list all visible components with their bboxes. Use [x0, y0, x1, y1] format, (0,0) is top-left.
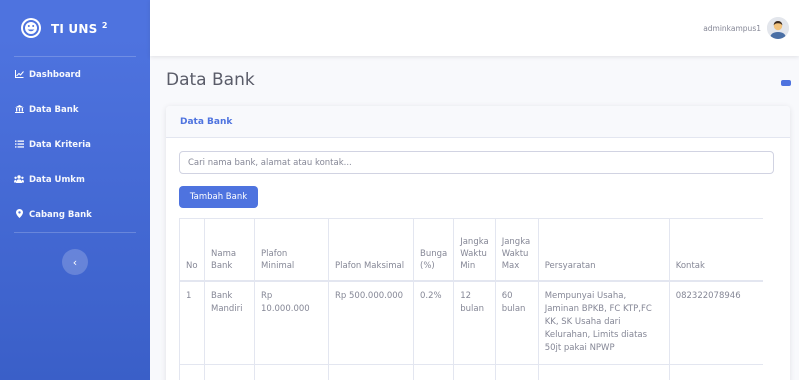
table-cell — [328, 364, 414, 380]
smile-logo-icon — [21, 18, 41, 38]
table-cell: 60 bulan — [494, 280, 539, 365]
table-cell: 082322078946 — [668, 280, 764, 365]
column-header: No — [179, 218, 205, 282]
table-cell — [254, 364, 329, 380]
search-input[interactable] — [179, 151, 774, 174]
minus-icon[interactable] — [781, 80, 791, 86]
users-icon — [14, 174, 24, 185]
brand[interactable]: TI UNS 2 — [0, 0, 150, 56]
sidebar-toggle-button[interactable]: ‹ — [62, 249, 88, 275]
page-title: Data Bank — [166, 70, 255, 90]
sidebar-item-label: Data Umkm — [29, 174, 85, 185]
card-header: Data Bank — [166, 106, 790, 138]
chevron-left-icon: ‹ — [72, 255, 78, 269]
table-cell: 12 bulan — [453, 280, 496, 365]
table-cell — [453, 364, 496, 380]
table-row[interactable]: 1 Bank Mandiri Rp 10.000.000 Rp 500.000.… — [179, 280, 764, 365]
column-header: Jangka Waktu Min — [453, 218, 496, 282]
data-bank-card: Data Bank Tambah Bank No Nama Bank Plafo… — [166, 106, 790, 380]
table-cell — [412, 364, 454, 380]
table-cell: Mempunyai Usaha, Jaminan BPKB, FC KTP,FC… — [537, 280, 670, 365]
sidebar-item-label: Cabang Bank — [29, 209, 92, 220]
list-icon — [14, 140, 24, 150]
column-header: Bunga (%) — [412, 218, 454, 282]
table-cell: 0.2% — [412, 280, 454, 365]
table-cell: 1 — [179, 280, 205, 365]
avatar[interactable] — [767, 17, 789, 39]
topbar: adminkampus1 — [150, 0, 799, 56]
sidebar-item-data-bank[interactable]: Data Bank — [0, 92, 150, 127]
table-cell: Rp 10.000.000 — [254, 280, 329, 365]
sidebar-item-data-umkm[interactable]: Data Umkm — [0, 162, 150, 197]
column-header: Nama Bank — [204, 218, 255, 282]
column-header: Kontak — [668, 218, 764, 282]
sidebar-item-label: Data Bank — [29, 104, 79, 115]
column-header: Plafon Minimal — [254, 218, 329, 282]
bank-table: No Nama Bank Plafon Minimal Plafon Maksi… — [179, 218, 764, 380]
chart-line-icon — [14, 69, 24, 80]
sidebar-item-label: Dashboard — [29, 69, 81, 80]
column-header: Plafon Maksimal — [328, 218, 414, 282]
bank-icon — [14, 104, 24, 115]
table-cell — [494, 364, 539, 380]
table-cell — [204, 364, 255, 380]
add-bank-button[interactable]: Tambah Bank — [179, 186, 258, 208]
table-cell: Bank Mandiri — [204, 280, 255, 365]
column-header: Jangka Waktu Max — [494, 218, 539, 282]
table-cell — [179, 364, 205, 380]
map-marker-icon — [14, 209, 24, 220]
table-header-row: No Nama Bank Plafon Minimal Plafon Maksi… — [179, 218, 764, 282]
brand-title: TI UNS 2 — [51, 20, 108, 36]
table-cell: Rp 500.000.000 — [328, 280, 414, 365]
sidebar-item-data-kriteria[interactable]: Data Kriteria — [0, 127, 150, 162]
sidebar-item-cabang-bank[interactable]: Cabang Bank — [0, 197, 150, 232]
table-row[interactable] — [179, 364, 764, 380]
sidebar-divider — [14, 232, 136, 233]
table-cell — [537, 364, 670, 380]
sidebar-item-dashboard[interactable]: Dashboard — [0, 57, 150, 92]
column-header: Persyaratan — [537, 218, 670, 282]
user-name[interactable]: adminkampus1 — [703, 24, 761, 33]
sidebar-item-label: Data Kriteria — [29, 139, 91, 150]
table-cell — [668, 364, 764, 380]
sidebar: TI UNS 2 Dashboard Data Bank Data Kriter… — [0, 0, 150, 380]
